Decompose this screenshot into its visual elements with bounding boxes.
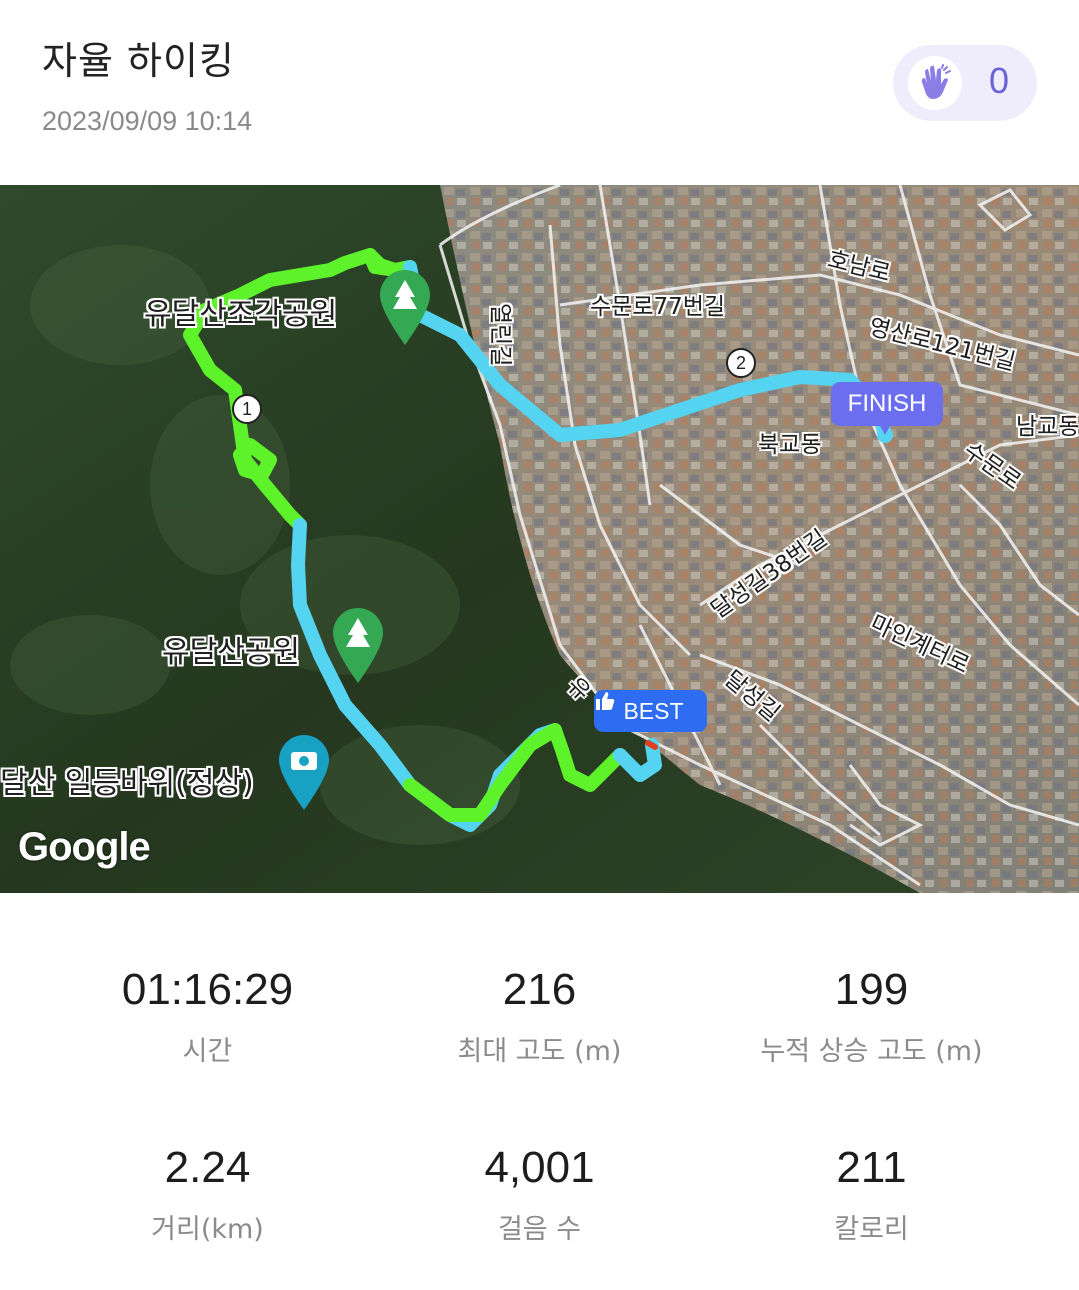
stat-label: 누적 상승 고도 (m) [760,1036,983,1067]
stat-value: 199 [834,965,909,1014]
stat-steps: 4,001 걸음 수 [360,1143,719,1246]
activity-header: 자율 하이킹 2023/09/09 10:14 0 [0,0,1079,183]
stat-max-altitude: 216 최대 고도 (m) [360,965,719,1068]
stat-calories: 211 칼로리 [692,1143,1051,1246]
km-marker-2[interactable]: 2 [726,348,756,378]
clap-button[interactable]: 0 [893,45,1037,121]
stat-value: 2.24 [164,1143,251,1192]
map-label-dong-namgyo: 남교동 [1016,414,1079,440]
finish-marker[interactable]: FINISH [831,382,943,426]
route-map[interactable]: 유달산조각공원 유달산공원 달산 일등바위(정상) 열린길 수문로77번길 호남… [0,185,1079,893]
stat-label: 최대 고도 (m) [457,1036,622,1067]
map-label-dong-bukgyo: 북교동 [758,432,822,458]
finish-label: FINISH [847,390,927,417]
google-logo: Google [18,825,151,869]
stat-label: 칼로리 [834,1214,909,1245]
map-label-road-sumun77: 수문로77번길 [590,294,726,320]
stat-distance: 2.24 거리(km) [28,1143,387,1246]
clap-count: 0 [989,60,1010,101]
stats-grid: 01:16:29 시간 216 최대 고도 (m) 199 누적 상승 고도 (… [0,893,1079,1290]
stat-label: 시간 [182,1036,233,1067]
stat-label: 걸음 수 [497,1214,582,1245]
stat-duration: 01:16:29 시간 [28,965,387,1068]
best-marker[interactable]: BEST [594,690,707,732]
map-label-peak: 달산 일등바위(정상) [0,766,254,801]
best-label: BEST [623,697,684,724]
stat-label: 거리(km) [151,1214,264,1245]
map-label-road-yeolli: 열린길 [487,303,513,367]
stat-value: 01:16:29 [121,965,294,1014]
activity-title: 자율 하이킹 [42,39,235,83]
map-label-park: 유달산공원 [162,635,300,670]
activity-date: 2023/09/09 10:14 [42,106,253,136]
stat-value: 4,001 [484,1143,595,1192]
stat-value: 211 [836,1143,907,1192]
km-marker-1[interactable]: 1 [232,394,262,424]
clap-icon [908,56,962,110]
stat-elevation-gain: 199 누적 상승 고도 (m) [692,965,1051,1068]
stat-value: 216 [502,965,577,1014]
map-label-park-sculpture: 유달산조각공원 [144,297,338,332]
